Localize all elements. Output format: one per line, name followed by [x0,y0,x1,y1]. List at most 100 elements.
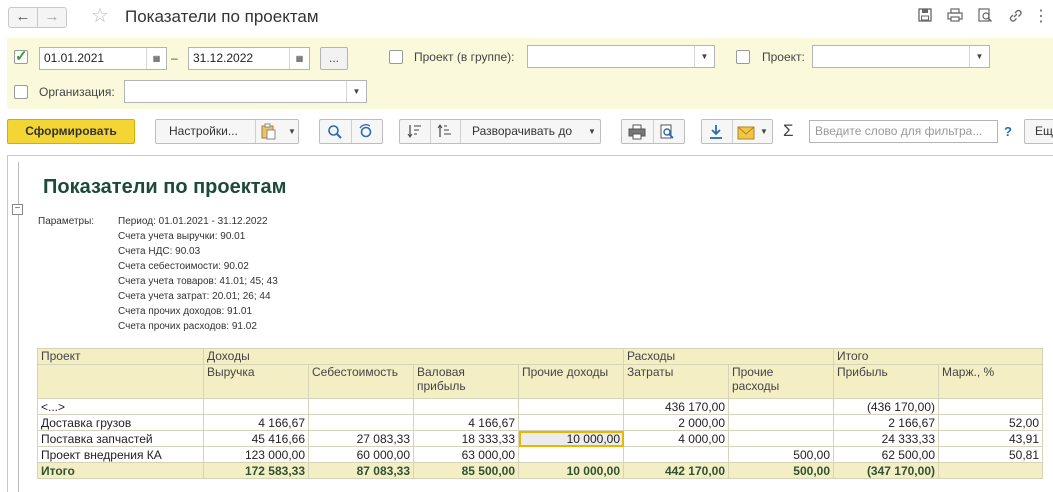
chevron-down-icon[interactable]: ▼ [346,81,366,102]
search-icon[interactable] [327,124,343,148]
table-row[interactable]: <...> 436 170,00 (436 170,00) [37,398,1043,415]
chevron-down-icon[interactable]: ▼ [588,120,596,143]
cell-costs[interactable]: 2 000,00 [623,414,729,431]
cell-other-income[interactable] [518,398,624,415]
expand-to-button[interactable]: Разворачивать до [472,120,572,143]
table-row[interactable]: Проект внедрения КА 123 000,00 60 000,00… [37,446,1043,463]
cell-revenue[interactable]: 123 000,00 [203,446,309,463]
date-to-field[interactable]: 31.12.2022 ▦ [188,47,310,70]
cell-profit[interactable]: (436 170,00) [833,398,939,415]
preview-icon[interactable] [976,8,994,26]
organization-checkbox[interactable] [14,85,28,99]
period-checkbox[interactable] [14,47,28,65]
chevron-down-icon[interactable]: ▼ [760,120,768,143]
header-other-exp-line1: Прочие [732,365,774,379]
cell-other-expenses[interactable] [728,414,834,431]
cell-margin[interactable] [938,398,1043,415]
cell-profit[interactable]: 2 166,67 [833,414,939,431]
forward-arrow-icon[interactable]: → [37,7,67,28]
total-profit[interactable]: (347 170,00) [833,462,939,479]
cell-revenue[interactable] [203,398,309,415]
sort-ascending-icon[interactable] [437,123,453,147]
cell-profit[interactable]: 24 333,33 [833,430,939,447]
selected-cell-other-income[interactable]: 10 000,00 [518,430,624,447]
sort-descending-icon[interactable] [407,123,423,147]
print-icon[interactable] [946,8,964,26]
param-line: Период: 01.01.2021 - 31.12.2022 [118,216,268,227]
print-icon[interactable] [628,124,646,148]
total-other-income[interactable]: 10 000,00 [518,462,624,479]
cell-gross[interactable] [413,398,519,415]
cell-other-income[interactable] [518,446,624,463]
cell-cost[interactable] [308,414,414,431]
project-label: Проект: [762,50,805,64]
print-preview-icon[interactable] [659,124,675,148]
chevron-down-icon[interactable]: ▼ [694,46,714,67]
cell-other-expenses[interactable]: 500,00 [728,446,834,463]
table-row[interactable]: Поставка запчастей 45 416,66 27 083,33 1… [37,430,1043,447]
chevron-down-icon[interactable]: ▼ [288,120,296,143]
cell-project[interactable]: Проект внедрения КА [37,446,204,463]
save-icon[interactable] [916,8,934,26]
header-margin: Марж., % [938,364,1043,399]
organization-field[interactable]: ▼ [124,80,367,103]
total-label[interactable]: Итого [37,462,204,479]
help-icon[interactable]: ? [1004,124,1012,139]
cell-cost[interactable] [308,398,414,415]
total-cost[interactable]: 87 083,33 [308,462,414,479]
more-icon[interactable]: ⋮ [1032,8,1050,26]
period-select-button[interactable]: ... [320,47,348,70]
calendar-icon[interactable]: ▦ [289,48,309,69]
link-icon[interactable] [1006,8,1024,26]
chevron-down-icon[interactable]: ▼ [969,46,989,67]
cell-other-expenses[interactable] [728,398,834,415]
header-row-sub: Выручка Себестоимость Валовая прибыль Про… [37,364,1043,399]
project-field[interactable]: ▼ [812,45,990,68]
total-margin[interactable] [938,462,1043,479]
favorite-star-icon[interactable]: ☆ [91,5,109,27]
cell-other-expenses[interactable] [728,430,834,447]
cell-gross[interactable]: 4 166,67 [413,414,519,431]
more-actions-button[interactable]: Ещ [1024,119,1053,144]
variants-icon[interactable] [260,120,282,143]
calendar-icon[interactable]: ▦ [146,48,166,69]
total-gross[interactable]: 85 500,00 [413,462,519,479]
table-row[interactable]: Доставка грузов 4 166,67 4 166,67 2 000,… [37,414,1043,431]
generate-button[interactable]: Сформировать [7,119,135,144]
header-gross-line2: прибыль [417,379,466,393]
project-group-field[interactable]: ▼ [527,45,715,68]
cell-cost[interactable]: 60 000,00 [308,446,414,463]
sum-icon[interactable]: Σ [783,121,794,141]
cell-costs[interactable]: 4 000,00 [623,430,729,447]
cell-other-income[interactable] [518,414,624,431]
back-arrow-icon[interactable]: ← [8,7,38,28]
search-next-icon[interactable] [358,124,374,148]
cell-gross[interactable]: 18 333,33 [413,430,519,447]
cell-gross[interactable]: 63 000,00 [413,446,519,463]
date-from-field[interactable]: 01.01.2021 ▦ [39,47,167,70]
project-group-checkbox[interactable] [389,50,403,64]
filter-panel: 01.01.2021 ▦ – 31.12.2022 ▦ ... Проект (… [7,38,1053,109]
total-other-expenses[interactable]: 500,00 [728,462,834,479]
filter-search-input[interactable]: Введите слово для фильтра... [809,120,998,143]
project-checkbox[interactable] [736,50,750,64]
cell-costs[interactable]: 436 170,00 [623,398,729,415]
cell-margin[interactable]: 52,00 [938,414,1043,431]
total-row[interactable]: Итого 172 583,33 87 083,33 85 500,00 10 … [37,462,1043,479]
settings-button[interactable]: Настройки... [169,120,238,143]
cell-cost[interactable]: 27 083,33 [308,430,414,447]
cell-revenue[interactable]: 45 416,66 [203,430,309,447]
cell-margin[interactable]: 43,91 [938,430,1043,447]
cell-profit[interactable]: 62 500,00 [833,446,939,463]
cell-costs[interactable] [623,446,729,463]
cell-project[interactable]: Поставка запчастей [37,430,204,447]
cell-revenue[interactable]: 4 166,67 [203,414,309,431]
total-revenue[interactable]: 172 583,33 [203,462,309,479]
total-costs[interactable]: 442 170,00 [623,462,729,479]
cell-project[interactable]: Доставка грузов [37,414,204,431]
collapse-group-icon[interactable]: − [12,204,23,215]
cell-margin[interactable]: 50,81 [938,446,1043,463]
download-icon[interactable] [708,124,724,148]
cell-project[interactable]: <...> [37,398,204,415]
mail-icon[interactable] [737,125,755,148]
